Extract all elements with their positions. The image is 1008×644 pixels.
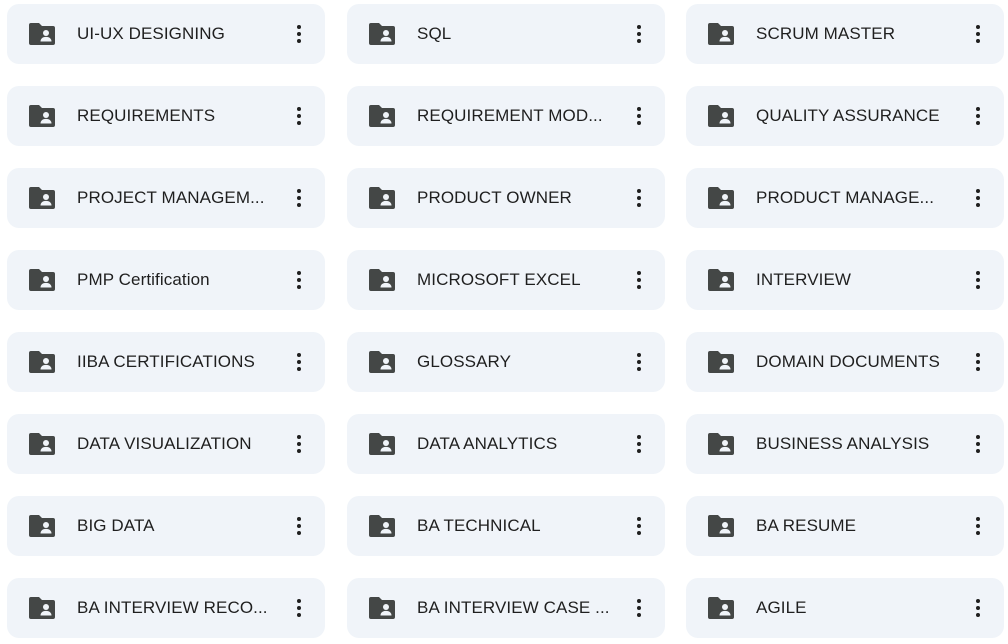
more-vert-icon[interactable] bbox=[962, 510, 994, 542]
more-vert-icon[interactable] bbox=[623, 18, 655, 50]
folder-card[interactable]: PRODUCT OWNER bbox=[347, 168, 665, 228]
folder-card[interactable]: BA INTERVIEW CASE ... bbox=[347, 578, 665, 638]
more-vert-icon[interactable] bbox=[623, 428, 655, 460]
shared-folder-icon bbox=[29, 269, 55, 291]
shared-folder-icon bbox=[369, 105, 395, 127]
folder-name: BUSINESS ANALYSIS bbox=[756, 434, 930, 453]
more-vert-icon[interactable] bbox=[623, 346, 655, 378]
folder-name: PMP Certification bbox=[77, 270, 210, 289]
folder-name: BIG DATA bbox=[77, 516, 155, 535]
folder-name: AGILE bbox=[756, 598, 807, 617]
more-vert-icon[interactable] bbox=[283, 592, 315, 624]
folder-card[interactable]: PRODUCT MANAGE... bbox=[686, 168, 1004, 228]
folder-card[interactable]: BIG DATA bbox=[7, 496, 325, 556]
folder-card[interactable]: DATA VISUALIZATION bbox=[7, 414, 325, 474]
folder-card[interactable]: BA INTERVIEW RECO... bbox=[7, 578, 325, 638]
folder-name: DATA ANALYTICS bbox=[417, 434, 558, 453]
folder-name: REQUIREMENT MOD... bbox=[417, 106, 603, 125]
folder-name: QUALITY ASSURANCE bbox=[756, 106, 940, 125]
shared-folder-icon bbox=[708, 23, 734, 45]
more-vert-icon[interactable] bbox=[623, 510, 655, 542]
folder-grid: UI-UX DESIGNING SQL SCRUM MASTER REQUIRE… bbox=[0, 0, 1008, 644]
folder-card[interactable]: AGILE bbox=[686, 578, 1004, 638]
folder-card[interactable]: DOMAIN DOCUMENTS bbox=[686, 332, 1004, 392]
folder-name: PROJECT MANAGEM... bbox=[77, 188, 265, 207]
shared-folder-icon bbox=[29, 23, 55, 45]
shared-folder-icon bbox=[369, 269, 395, 291]
folder-name: MICROSOFT EXCEL bbox=[417, 270, 581, 289]
folder-name: DATA VISUALIZATION bbox=[77, 434, 252, 453]
folder-card[interactable]: BA TECHNICAL bbox=[347, 496, 665, 556]
folder-name: DOMAIN DOCUMENTS bbox=[756, 352, 940, 371]
folder-card[interactable]: IIBA CERTIFICATIONS bbox=[7, 332, 325, 392]
more-vert-icon[interactable] bbox=[623, 592, 655, 624]
more-vert-icon[interactable] bbox=[962, 182, 994, 214]
shared-folder-icon bbox=[29, 105, 55, 127]
shared-folder-icon bbox=[29, 187, 55, 209]
shared-folder-icon bbox=[369, 433, 395, 455]
shared-folder-icon bbox=[708, 187, 734, 209]
folder-card[interactable]: DATA ANALYTICS bbox=[347, 414, 665, 474]
folder-name: SQL bbox=[417, 24, 452, 43]
more-vert-icon[interactable] bbox=[962, 264, 994, 296]
folder-name: REQUIREMENTS bbox=[77, 106, 216, 125]
folder-card[interactable]: PROJECT MANAGEM... bbox=[7, 168, 325, 228]
folder-name: PRODUCT OWNER bbox=[417, 188, 572, 207]
shared-folder-icon bbox=[29, 351, 55, 373]
more-vert-icon[interactable] bbox=[962, 100, 994, 132]
folder-card[interactable]: REQUIREMENTS bbox=[7, 86, 325, 146]
folder-name: SCRUM MASTER bbox=[756, 24, 896, 43]
shared-folder-icon bbox=[29, 433, 55, 455]
shared-folder-icon bbox=[369, 351, 395, 373]
folder-name: GLOSSARY bbox=[417, 352, 512, 371]
folder-name: BA TECHNICAL bbox=[417, 516, 541, 535]
shared-folder-icon bbox=[708, 105, 734, 127]
folder-card[interactable]: SCRUM MASTER bbox=[686, 4, 1004, 64]
shared-folder-icon bbox=[708, 433, 734, 455]
folder-card[interactable]: QUALITY ASSURANCE bbox=[686, 86, 1004, 146]
shared-folder-icon bbox=[29, 515, 55, 537]
shared-folder-icon bbox=[708, 597, 734, 619]
more-vert-icon[interactable] bbox=[283, 346, 315, 378]
shared-folder-icon bbox=[369, 23, 395, 45]
shared-folder-icon bbox=[29, 597, 55, 619]
more-vert-icon[interactable] bbox=[283, 510, 315, 542]
folder-card[interactable]: BA RESUME bbox=[686, 496, 1004, 556]
more-vert-icon[interactable] bbox=[283, 182, 315, 214]
more-vert-icon[interactable] bbox=[623, 182, 655, 214]
shared-folder-icon bbox=[369, 187, 395, 209]
more-vert-icon[interactable] bbox=[283, 100, 315, 132]
more-vert-icon[interactable] bbox=[962, 18, 994, 50]
shared-folder-icon bbox=[708, 269, 734, 291]
more-vert-icon[interactable] bbox=[962, 592, 994, 624]
folder-card[interactable]: UI-UX DESIGNING bbox=[7, 4, 325, 64]
more-vert-icon[interactable] bbox=[283, 428, 315, 460]
folder-card[interactable]: SQL bbox=[347, 4, 665, 64]
folder-name: UI-UX DESIGNING bbox=[77, 24, 225, 43]
more-vert-icon[interactable] bbox=[283, 18, 315, 50]
more-vert-icon[interactable] bbox=[283, 264, 315, 296]
folder-card[interactable]: GLOSSARY bbox=[347, 332, 665, 392]
more-vert-icon[interactable] bbox=[962, 428, 994, 460]
shared-folder-icon bbox=[708, 351, 734, 373]
shared-folder-icon bbox=[708, 515, 734, 537]
more-vert-icon[interactable] bbox=[623, 264, 655, 296]
shared-folder-icon bbox=[369, 597, 395, 619]
folder-name: IIBA CERTIFICATIONS bbox=[77, 352, 255, 371]
folder-card[interactable]: PMP Certification bbox=[7, 250, 325, 310]
folder-card[interactable]: MICROSOFT EXCEL bbox=[347, 250, 665, 310]
more-vert-icon[interactable] bbox=[962, 346, 994, 378]
folder-name: INTERVIEW bbox=[756, 270, 852, 289]
folder-card[interactable]: INTERVIEW bbox=[686, 250, 1004, 310]
more-vert-icon[interactable] bbox=[623, 100, 655, 132]
folder-name: BA RESUME bbox=[756, 516, 857, 535]
folder-name: PRODUCT MANAGE... bbox=[756, 188, 935, 207]
folder-card[interactable]: REQUIREMENT MOD... bbox=[347, 86, 665, 146]
folder-name: BA INTERVIEW CASE ... bbox=[417, 598, 610, 617]
folder-card[interactable]: BUSINESS ANALYSIS bbox=[686, 414, 1004, 474]
folder-name: BA INTERVIEW RECO... bbox=[77, 598, 268, 617]
shared-folder-icon bbox=[369, 515, 395, 537]
